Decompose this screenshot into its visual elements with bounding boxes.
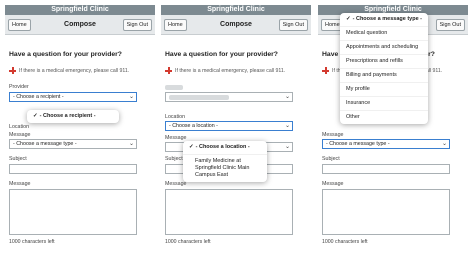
characters-left: 1000 characters left xyxy=(9,239,55,245)
medical-cross-icon xyxy=(165,67,172,74)
subject-label: Subject xyxy=(322,156,340,162)
dropdown-option[interactable]: My profile xyxy=(340,82,428,96)
compose-form: Have a question for your provider? If th… xyxy=(5,36,155,249)
message-type-select-value: - Choose a message type - xyxy=(13,141,77,147)
screen-location-select: Springfield Clinic Home Compose Sign Out… xyxy=(161,5,311,249)
chevron-down-icon: ⌄ xyxy=(441,141,447,147)
screen-message-type-select: Springfield Clinic Home Compose Sign Out… xyxy=(318,5,468,249)
dropdown-option[interactable]: Insurance xyxy=(340,96,428,110)
sign-out-button[interactable]: Sign Out xyxy=(278,19,308,31)
question-heading: Have a question for your provider? xyxy=(9,51,122,58)
dropdown-option-label: - Choose a location - xyxy=(195,144,250,150)
emergency-text: If there is a medical emergency, please … xyxy=(19,67,130,74)
message-type-label: Message xyxy=(322,132,344,138)
location-label: Location xyxy=(165,114,186,120)
provider-select[interactable]: ⌄ xyxy=(165,92,293,102)
emergency-text: If there is a medical emergency, please … xyxy=(175,67,286,74)
subject-input[interactable] xyxy=(322,164,450,174)
provider-label: Provider xyxy=(9,84,29,90)
provider-value-redacted xyxy=(169,95,229,100)
dropdown-option[interactable]: Appointments and scheduling xyxy=(340,40,428,54)
question-heading: Have a question for your provider? xyxy=(165,51,278,58)
emergency-notice: If there is a medical emergency, please … xyxy=(9,67,129,74)
message-type-label: Message xyxy=(9,132,31,138)
screen-provider-select: Springfield Clinic Home Compose Sign Out… xyxy=(5,5,155,249)
provider-label-redacted xyxy=(165,85,183,90)
subject-input[interactable] xyxy=(9,164,137,174)
subject-label: Subject xyxy=(165,156,183,162)
message-body-label: Message xyxy=(9,181,31,187)
message-type-dropdown-menu: ✓ - Choose a message type - Medical quest… xyxy=(340,13,428,124)
message-textarea[interactable] xyxy=(322,189,450,235)
medical-cross-icon xyxy=(322,67,329,74)
dropdown-option-label: - Choose a message type - xyxy=(352,16,422,22)
message-body-label: Message xyxy=(322,181,344,187)
recipient-dropdown-menu: ✓ - Choose a recipient - xyxy=(27,110,119,123)
location-select[interactable]: - Choose a location - ⌄ xyxy=(165,121,293,131)
dropdown-option[interactable]: ✓ - Choose a location - xyxy=(183,141,267,154)
dropdown-option[interactable]: Prescriptions and refills xyxy=(340,54,428,68)
dropdown-option-label: - Choose a recipient - xyxy=(39,113,96,119)
sign-out-button[interactable]: Sign Out xyxy=(122,19,152,31)
dropdown-option[interactable]: Family Medicine at Springfield Clinic Ma… xyxy=(183,154,267,182)
dropdown-option[interactable]: Other xyxy=(340,110,428,124)
message-textarea[interactable] xyxy=(165,189,293,235)
checkmark-icon: ✓ xyxy=(189,144,194,150)
dropdown-option[interactable]: ✓ - Choose a recipient - xyxy=(27,110,119,123)
chevron-down-icon: ⌄ xyxy=(128,141,134,147)
chevron-down-icon: ⌄ xyxy=(284,123,290,129)
location-select-value: - Choose a location - xyxy=(169,123,218,129)
characters-left: 1000 characters left xyxy=(322,239,368,245)
nav-bar: Home Compose Sign Out xyxy=(161,15,311,35)
location-dropdown-menu: ✓ - Choose a location - Family Medicine a… xyxy=(183,141,267,182)
dropdown-option[interactable]: Billing and payments xyxy=(340,68,428,82)
message-textarea[interactable] xyxy=(9,189,137,235)
message-type-select[interactable]: - Choose a message type - ⌄ xyxy=(9,139,137,149)
location-label: Location xyxy=(9,124,30,130)
checkmark-icon: ✓ xyxy=(33,113,38,119)
brand-bar: Springfield Clinic xyxy=(161,5,311,15)
chevron-down-icon: ⌄ xyxy=(128,94,134,100)
provider-select[interactable]: - Choose a recipient - ⌄ xyxy=(9,92,137,102)
chevron-down-icon: ⌄ xyxy=(284,94,290,100)
brand-bar: Springfield Clinic xyxy=(5,5,155,15)
emergency-notice: If there is a medical emergency, please … xyxy=(165,67,285,74)
message-type-select-value: - Choose a message type - xyxy=(326,141,390,147)
dropdown-option[interactable]: ✓ - Choose a message type - xyxy=(340,13,428,26)
characters-left: 1000 characters left xyxy=(165,239,211,245)
medical-cross-icon xyxy=(9,67,16,74)
dropdown-option[interactable]: Medical question xyxy=(340,26,428,40)
chevron-down-icon: ⌄ xyxy=(284,144,290,150)
subject-label: Subject xyxy=(9,156,27,162)
checkmark-icon: ✓ xyxy=(346,16,351,22)
nav-bar: Home Compose Sign Out xyxy=(5,15,155,35)
provider-select-value: - Choose a recipient - xyxy=(13,94,64,100)
message-type-select[interactable]: - Choose a message type - ⌄ xyxy=(322,139,450,149)
sign-out-button[interactable]: Sign Out xyxy=(435,19,465,31)
